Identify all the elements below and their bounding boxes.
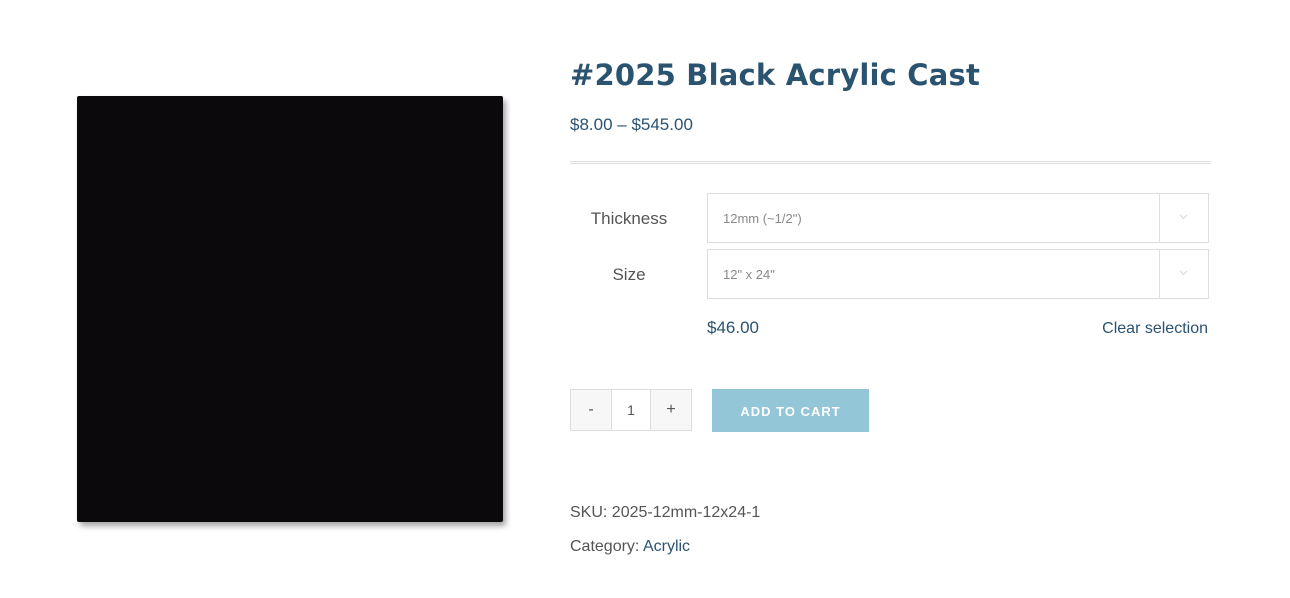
- thickness-dropdown-toggle[interactable]: [1159, 194, 1208, 242]
- thickness-select[interactable]: 12mm (~1/2"): [707, 193, 1209, 243]
- price-range: $8.00 – $545.00: [570, 115, 693, 134]
- sku-label: SKU:: [570, 504, 608, 521]
- category-line: Category: Acrylic: [570, 538, 690, 556]
- chevron-down-icon: [1179, 270, 1188, 276]
- variation-price: $46.00: [707, 318, 759, 337]
- product-image[interactable]: [77, 96, 503, 522]
- category-label: Category:: [570, 538, 640, 555]
- thickness-label: Thickness: [590, 209, 668, 228]
- quantity-input[interactable]: [611, 389, 651, 431]
- chevron-down-icon: [1179, 214, 1188, 220]
- sku-value: 2025-12mm-12x24-1: [611, 504, 761, 521]
- divider: [570, 161, 1210, 164]
- sku-line: SKU: 2025-12mm-12x24-1: [570, 504, 760, 522]
- quantity-decrease-button[interactable]: -: [570, 389, 611, 431]
- size-selected-value: 12" x 24": [723, 267, 775, 282]
- product-title: #2025 Black Acrylic Cast: [570, 58, 981, 92]
- size-dropdown-toggle[interactable]: [1159, 250, 1208, 298]
- add-to-cart-button[interactable]: ADD TO CART: [712, 389, 869, 432]
- clear-selection-link[interactable]: Clear selection: [1102, 320, 1208, 338]
- quantity-increase-button[interactable]: +: [651, 389, 692, 431]
- category-link[interactable]: Acrylic: [643, 538, 690, 555]
- size-label: Size: [612, 265, 646, 284]
- quantity-stepper: - +: [570, 389, 692, 431]
- product-gallery: [77, 96, 503, 522]
- thickness-selected-value: 12mm (~1/2"): [723, 211, 802, 226]
- size-select[interactable]: 12" x 24": [707, 249, 1209, 299]
